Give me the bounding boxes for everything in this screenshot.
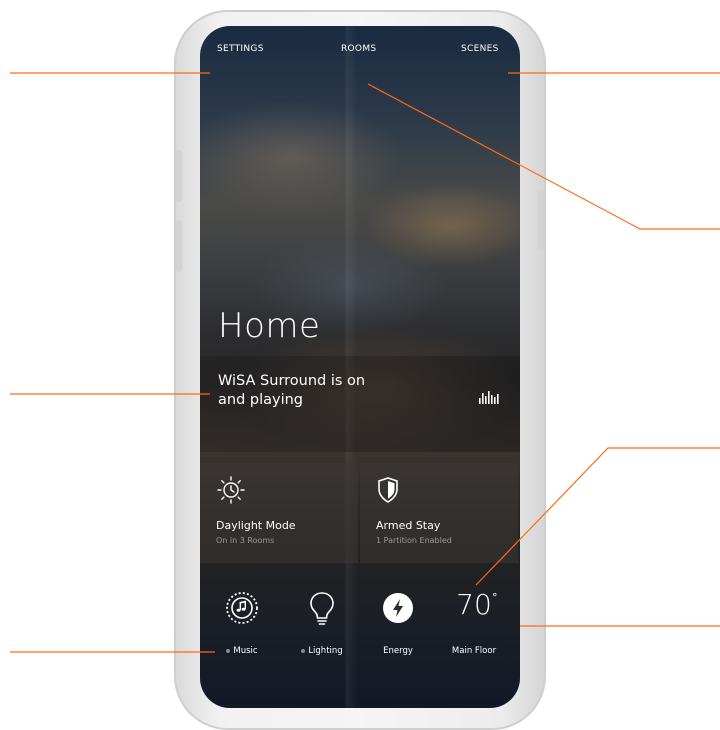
lighting-status-dot [301, 648, 306, 653]
light-bulb-icon [310, 592, 334, 625]
power-button [538, 190, 544, 250]
daylight-mode-tile[interactable]: Daylight Mode On in 3 Rooms [200, 463, 358, 563]
settings-link[interactable]: SETTINGS [217, 44, 264, 54]
volume-up-button [176, 150, 182, 202]
armed-stay-tile[interactable]: Armed Stay 1 Partition Enabled [360, 463, 518, 563]
rooms-link[interactable]: ROOMS [341, 44, 376, 54]
scenes-link[interactable]: SCENES [461, 44, 499, 54]
energy-control[interactable]: Energy [360, 588, 436, 668]
temperature-degree: ° [492, 591, 498, 604]
lighting-control[interactable]: Lighting [284, 588, 360, 668]
shield-icon [378, 477, 398, 503]
music-note-icon [226, 592, 258, 624]
music-label: Music [204, 646, 280, 656]
music-control[interactable]: Music [204, 588, 280, 668]
daylight-mode-subtitle: On in 3 Rooms [216, 536, 275, 545]
lightning-bolt-icon [383, 593, 413, 623]
music-status-dot [226, 648, 231, 653]
sun-clock-icon [217, 476, 245, 504]
page-title: Home [218, 306, 321, 346]
temperature-label: Main Floor [451, 646, 497, 656]
thermostat-control[interactable]: 70 ° Main Floor [436, 588, 512, 668]
armed-stay-subtitle: 1 Partition Enabled [376, 536, 452, 545]
volume-down-button [176, 220, 182, 272]
music-label-text: Music [233, 646, 258, 656]
lighting-label-text: Lighting [308, 646, 343, 656]
now-playing-line-2: and playing [218, 392, 304, 408]
temperature-value: 70 [456, 588, 492, 621]
energy-label: Energy [383, 646, 413, 656]
armed-stay-title: Armed Stay [376, 519, 441, 532]
equalizer-icon[interactable] [479, 390, 501, 404]
daylight-mode-title: Daylight Mode [216, 519, 296, 532]
lighting-label: Lighting [284, 646, 360, 656]
now-playing-line-1: WiSA Surround is on [218, 373, 366, 389]
now-playing-status: WiSA Surround is on and playing [218, 372, 428, 410]
